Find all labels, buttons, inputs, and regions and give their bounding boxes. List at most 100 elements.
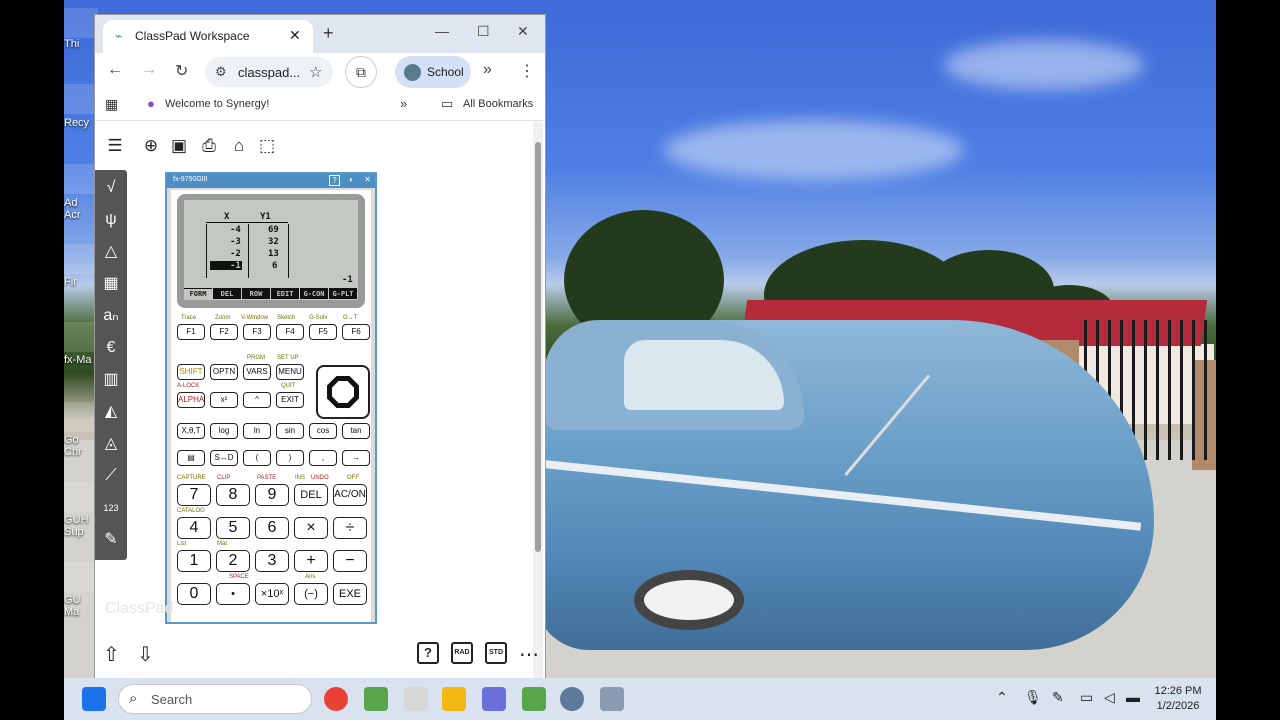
taskbar-search[interactable]: ⌕ Search: [118, 684, 312, 714]
more-toolbar-chevron-icon[interactable]: »: [483, 61, 492, 79]
microphone-icon[interactable]: 🎙: [1024, 689, 1042, 706]
desktop-icon-acrobat[interactable]: [64, 164, 98, 194]
exp-key[interactable]: ×10ˣ: [255, 583, 289, 605]
extensions-button[interactable]: ⧉: [345, 56, 377, 88]
select-area-icon[interactable]: ⬚: [257, 136, 277, 156]
more-options-icon[interactable]: ⋯: [519, 642, 539, 667]
close-calculator-icon[interactable]: ✕: [362, 175, 373, 186]
open-paren-key[interactable]: (: [243, 450, 271, 466]
3d-icon[interactable]: ◬: [99, 432, 123, 456]
regression-icon[interactable]: ⟋: [99, 464, 123, 488]
calculator-app-icon[interactable]: [482, 687, 506, 711]
key-4[interactable]: 4: [177, 517, 211, 539]
key-5[interactable]: 5: [216, 517, 250, 539]
key-8[interactable]: 8: [216, 484, 250, 506]
minimize-button[interactable]: —: [435, 23, 449, 39]
xthetat-key[interactable]: X,θ,T: [177, 423, 205, 439]
bookmark-synergy[interactable]: Welcome to Synergy!: [165, 98, 269, 110]
desktop-icon-chrome[interactable]: [64, 402, 98, 432]
key-9[interactable]: 9: [255, 484, 289, 506]
desktop-icon-recycle-bin[interactable]: [64, 84, 98, 114]
desktop-icon-this-pc[interactable]: [64, 8, 98, 38]
tan-key[interactable]: tan: [342, 423, 370, 439]
geometry-icon[interactable]: △: [99, 240, 123, 264]
save-icon[interactable]: ▣: [169, 136, 189, 156]
sin-key[interactable]: sin: [276, 423, 304, 439]
contrast-icon[interactable]: ◐: [346, 175, 357, 186]
negative-key[interactable]: (−): [294, 583, 328, 605]
tab-classpad[interactable]: ⌁ ClassPad Workspace ✕: [103, 20, 313, 53]
scrollbar-thumb[interactable]: [535, 142, 541, 552]
site-info-icon[interactable]: ⚙: [215, 64, 227, 80]
statistics-icon[interactable]: ◭: [99, 400, 123, 424]
menu-key[interactable]: MENU: [276, 364, 304, 380]
address-bar[interactable]: ⚙ classpad... ☆: [205, 57, 333, 87]
more-bookmarks-icon[interactable]: »: [400, 96, 407, 111]
arrow-up-icon[interactable]: ⇧: [103, 642, 120, 667]
menu-hamburger-icon[interactable]: ☰: [105, 136, 125, 156]
alpha-key[interactable]: ALPHA: [177, 392, 205, 408]
close-tab-icon[interactable]: ✕: [289, 27, 301, 44]
optn-key[interactable]: OPTN: [210, 364, 238, 380]
reload-button[interactable]: ↻: [175, 61, 188, 81]
file-explorer-icon[interactable]: [442, 687, 466, 711]
help-icon[interactable]: ?: [329, 175, 340, 186]
all-bookmarks[interactable]: All Bookmarks: [463, 98, 533, 110]
shift-key[interactable]: SHIFT: [177, 364, 205, 380]
new-tab-button[interactable]: +: [323, 23, 334, 44]
app-icon[interactable]: [600, 687, 624, 711]
del-key[interactable]: DEL: [294, 484, 328, 506]
arrow-down-icon[interactable]: ⇩: [137, 642, 154, 667]
browser-menu-icon[interactable]: ⋮: [519, 61, 535, 81]
fraction-key[interactable]: ▤: [177, 450, 205, 466]
std-toggle[interactable]: STD: [485, 642, 507, 664]
page-scrollbar[interactable]: [533, 122, 543, 678]
close-window-button[interactable]: ✕: [517, 23, 529, 40]
f1-key[interactable]: F1: [177, 324, 205, 340]
store-key[interactable]: →: [342, 450, 370, 466]
key-3[interactable]: 3: [255, 550, 289, 572]
open-folder-icon[interactable]: ⌂: [229, 136, 249, 156]
calculator-window[interactable]: fx-9750GIII ? ◐ ✕ X Y1 -4 69 -3 32 -2 13…: [165, 172, 377, 624]
apps-grid-icon[interactable]: ▦: [105, 96, 118, 113]
close-paren-key[interactable]: ): [276, 450, 304, 466]
snip-icon[interactable]: [404, 687, 428, 711]
key-1[interactable]: 1: [177, 550, 211, 572]
profile-button[interactable]: School: [395, 56, 471, 88]
f5-key[interactable]: F5: [309, 324, 337, 340]
help-icon[interactable]: ?: [417, 642, 439, 664]
app-icon[interactable]: [364, 687, 388, 711]
ln-key[interactable]: ln: [243, 423, 271, 439]
chrome-icon[interactable]: [324, 687, 348, 711]
calculator-icon[interactable]: ▥: [99, 368, 123, 392]
log-key[interactable]: log: [210, 423, 238, 439]
display-icon[interactable]: ▭: [1080, 689, 1093, 706]
key-7[interactable]: 7: [177, 484, 211, 506]
rad-toggle[interactable]: RAD: [451, 642, 473, 664]
table-icon[interactable]: ▦: [99, 272, 123, 296]
cos-key[interactable]: cos: [309, 423, 337, 439]
key-2[interactable]: 2: [216, 550, 250, 572]
desktop-icon-support[interactable]: [64, 482, 98, 512]
maximize-button[interactable]: ☐: [477, 23, 490, 40]
volume-muted-icon[interactable]: ◁: [1104, 689, 1115, 706]
key-0[interactable]: 0: [177, 583, 211, 605]
numberline-icon[interactable]: 123: [99, 496, 123, 520]
finance-icon[interactable]: €: [99, 336, 123, 360]
key-6[interactable]: 6: [255, 517, 289, 539]
f6-key[interactable]: F6: [342, 324, 370, 340]
system-clock[interactable]: 12:26 PM 1/2/2026: [1148, 684, 1208, 714]
f2-key[interactable]: F2: [210, 324, 238, 340]
s-d-key[interactable]: S↔D: [210, 450, 238, 466]
graph-icon[interactable]: ψ: [99, 208, 123, 232]
sequence-icon[interactable]: aₙ: [99, 304, 123, 328]
battery-icon[interactable]: ▬: [1126, 689, 1140, 705]
back-button[interactable]: ←: [107, 61, 123, 79]
replay-dpad[interactable]: [316, 365, 370, 419]
bookmark-star-icon[interactable]: ☆: [309, 63, 322, 81]
calculator-titlebar[interactable]: fx-9750GIII ? ◐ ✕: [167, 174, 375, 188]
notes-icon[interactable]: ✎: [99, 528, 123, 552]
new-file-icon[interactable]: ⊕: [141, 136, 161, 156]
f3-key[interactable]: F3: [243, 324, 271, 340]
decimal-key[interactable]: •: [216, 583, 250, 605]
